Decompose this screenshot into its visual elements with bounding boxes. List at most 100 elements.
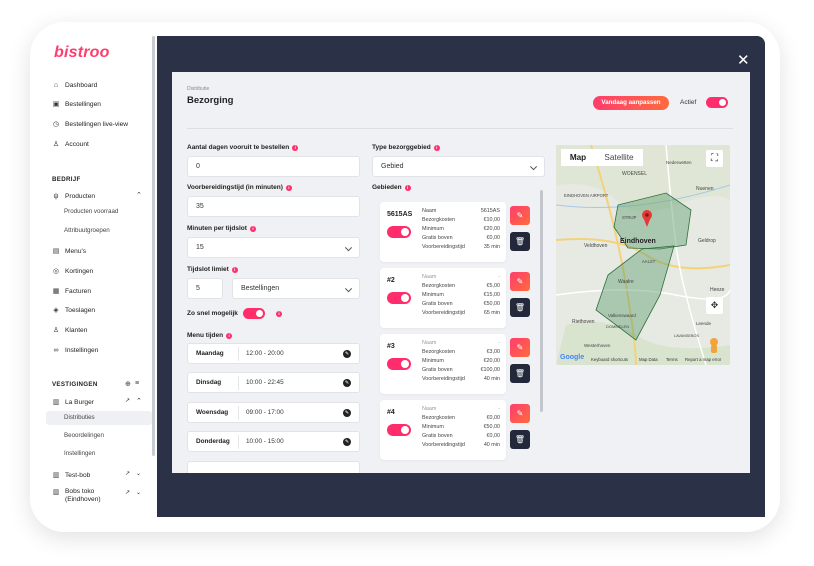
zone-row-key: Voorbereidingstijd	[422, 442, 465, 448]
chevron-up-icon[interactable]: ⌃	[136, 397, 142, 405]
sidebar-subitem-beoordelingen[interactable]: Beoordelingen	[64, 432, 104, 439]
external-link-icon[interactable]: ↗	[125, 470, 130, 477]
external-link-icon[interactable]: ↗	[125, 489, 130, 496]
tab-map[interactable]: Map	[561, 149, 595, 166]
tab-satellite[interactable]: Satellite	[595, 149, 643, 166]
map-report-error-link[interactable]: Report a map error	[685, 357, 721, 362]
zone-toggle[interactable]	[387, 358, 411, 370]
menu-time-row[interactable]: Donderdag 10:00 - 15:00 ✎	[187, 431, 360, 452]
menu-time-row[interactable]	[187, 461, 360, 473]
chevron-down-icon[interactable]: ⌄	[136, 489, 141, 496]
adjust-today-button[interactable]: Vandaag aanpassen	[593, 96, 669, 110]
zone-type-select[interactable]: Gebied	[372, 156, 545, 177]
map-label: Westerhoven	[584, 343, 611, 348]
map-data-link[interactable]: Map Data	[639, 357, 658, 362]
slot-limit-unit-select[interactable]: Bestellingen	[232, 278, 360, 299]
zone-row-key: Bezorgkosten	[422, 349, 455, 355]
edit-icon[interactable]: ✎	[343, 379, 351, 387]
zone-row-key: Gratis boven	[422, 301, 453, 307]
store-icon: ▥	[52, 472, 60, 479]
external-link-icon[interactable]: ↗	[125, 397, 130, 404]
edit-icon[interactable]: ✎	[343, 438, 351, 446]
edit-icon[interactable]: ✎	[343, 409, 351, 417]
menu-time-row[interactable]: Maandag 12:00 - 20:00 ✎	[187, 343, 360, 364]
sidebar-item-instellingen[interactable]: ∞ Instellingen	[52, 344, 99, 356]
slot-limit-input[interactable]: 5	[187, 278, 223, 299]
menu-time-row[interactable]: Woensdag 09:00 - 17:00 ✎	[187, 402, 360, 423]
sidebar-item-klanten[interactable]: ♙ Klanten	[52, 324, 88, 336]
map-label: STRIJP	[622, 215, 637, 220]
days-ahead-input[interactable]: 0	[187, 156, 360, 177]
edit-zone-button[interactable]: ✎	[510, 404, 530, 423]
minutes-per-slot-select[interactable]: 15	[187, 237, 360, 258]
sidebar-item-test-bob[interactable]: ▥ Test-bob	[52, 469, 91, 481]
edit-zone-button[interactable]: ✎	[510, 338, 530, 357]
sidebar-item-label: Account	[65, 140, 89, 148]
sidebar-subitem-producten-voorraad[interactable]: Producten voorraad	[64, 208, 118, 215]
info-icon[interactable]: i	[249, 225, 256, 232]
chevron-up-icon[interactable]: ⌃	[136, 191, 142, 199]
map-terms-link[interactable]: Terms	[666, 357, 678, 362]
close-icon[interactable]: ✕	[737, 53, 750, 68]
sidebar-scrollbar[interactable]	[152, 36, 155, 456]
menu-time-row[interactable]: Dinsdag 10:00 - 22:45 ✎	[187, 372, 360, 393]
prep-time-input[interactable]: 35	[187, 196, 360, 217]
asap-toggle[interactable]	[243, 308, 265, 319]
zone-name: #2	[387, 277, 395, 284]
sidebar-subitem-instellingen[interactable]: Instellingen	[64, 450, 95, 457]
edit-zone-button[interactable]: ✎	[510, 272, 530, 291]
sidebar-item-label: La Burger	[65, 398, 94, 406]
delivery-map[interactable]: Nederwetten WOENSEL Nuenen EINDHOVEN AIR…	[556, 145, 730, 365]
delete-zone-button[interactable]: 🗑	[510, 364, 530, 383]
sidebar-item-live-view[interactable]: ◷ Bestellingen live-view	[52, 118, 128, 130]
pegman-icon[interactable]	[710, 338, 718, 346]
info-icon[interactable]: i	[226, 332, 233, 339]
info-icon[interactable]: i	[276, 311, 282, 317]
edit-icon[interactable]: ✎	[343, 350, 351, 358]
divider	[238, 376, 239, 390]
fullscreen-icon[interactable]: ⛶	[706, 150, 723, 167]
sidebar-item-la-burger[interactable]: ▥ La Burger	[52, 396, 94, 408]
map-label: DOMMELEN	[606, 324, 629, 329]
sidebar-item-toeslagen[interactable]: ◈ Toeslagen	[52, 304, 95, 316]
zone-toggle[interactable]	[387, 226, 411, 238]
sidebar-item-bobs-toko[interactable]: ▥ Bobs toko (Eindhoven)	[52, 488, 111, 508]
delete-zone-button[interactable]: 🗑	[510, 298, 530, 317]
slot-limit-label: Tijdslot limiet i	[187, 266, 238, 273]
sidebar-item-menus[interactable]: ▤ Menu's	[52, 245, 86, 257]
sidebar-item-bestellingen[interactable]: ▣ Bestellingen	[52, 98, 101, 110]
list-icon[interactable]: ≡	[135, 380, 139, 387]
day-time: 09:00 - 17:00	[246, 409, 284, 416]
info-icon[interactable]: i	[292, 144, 299, 151]
info-icon[interactable]: i	[404, 184, 411, 191]
minutes-per-slot-value: 15	[196, 244, 204, 251]
zones-scrollbar[interactable]	[540, 190, 543, 412]
sidebar-subitem-distributies[interactable]: Distributies	[64, 414, 95, 421]
info-icon[interactable]: i	[285, 184, 292, 191]
map-pan-control-icon[interactable]: ✥	[706, 297, 723, 314]
map-keyboard-shortcuts[interactable]: Keyboard shortcuts	[591, 357, 628, 362]
chevron-down-icon[interactable]: ⌄	[136, 470, 141, 477]
info-icon[interactable]: i	[231, 266, 238, 273]
zone-toggle[interactable]	[387, 424, 411, 436]
delete-zone-button[interactable]: 🗑	[510, 430, 530, 449]
active-toggle[interactable]	[706, 97, 728, 108]
info-icon[interactable]: i	[433, 144, 440, 151]
sidebar-item-account[interactable]: ♙ Account	[52, 138, 89, 150]
zone-toggle[interactable]	[387, 292, 411, 304]
zone-row-value: €0,00	[486, 433, 501, 439]
add-circle-icon[interactable]: ⊕	[125, 380, 131, 388]
asap-label: Zo snel mogelijk	[187, 310, 238, 317]
delete-zone-button[interactable]: 🗑	[510, 232, 530, 251]
sidebar-item-dashboard[interactable]: ⌂ Dashboard	[52, 79, 97, 91]
zone-row-value: 40 min	[483, 442, 500, 448]
bistroo-logo[interactable]: bistroo	[54, 44, 110, 62]
sidebar-item-producten[interactable]: ψ Producten	[52, 190, 96, 202]
sidebar-subitem-attribuutgroepen[interactable]: Attribuutgroepen	[64, 227, 110, 234]
menu-times-label-text: Menu tijden	[187, 332, 224, 339]
minutes-per-slot-label-text: Minuten per tijdslot	[187, 225, 247, 232]
sidebar-item-kortingen[interactable]: ◎ Kortingen	[52, 265, 93, 277]
zone-row-value: €3,00	[486, 349, 501, 355]
edit-zone-button[interactable]: ✎	[510, 206, 530, 225]
sidebar-item-facturen[interactable]: ▦ Facturen	[52, 285, 91, 297]
